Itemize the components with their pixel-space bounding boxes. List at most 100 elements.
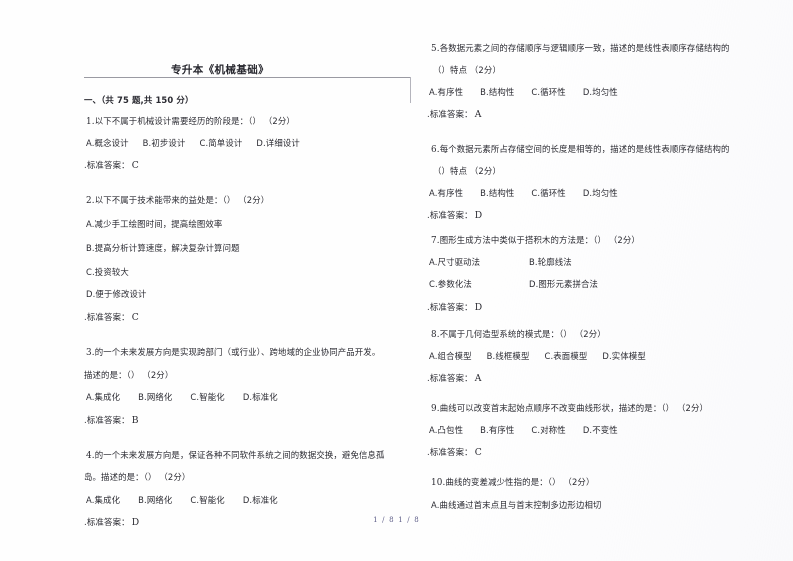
- title-rule-horizontal: [84, 77, 411, 78]
- question-number-q2: 2.: [86, 196, 95, 206]
- question-text-q3: 的一个未来发展方向是实现跨部门（或行业）、跨地域的企业协同产品开发。: [94, 347, 381, 357]
- answer-line-q1: .标准答案： C: [84, 161, 139, 170]
- option-a-q1: A.概念设计: [86, 138, 129, 148]
- question-stem-q3: 3.的一个未来发展方向是实现跨部门（或行业）、跨地域的企业协同产品开发。: [86, 348, 380, 358]
- question-stem-q8: 8.不属于几何造型系统的模式是：（） （2分）: [431, 330, 606, 340]
- question-stem-cont-q4: 岛。描述的是：（） （2分）: [84, 472, 191, 482]
- question-stem-q5: 5.各数据元素之间的存储顺序与逻辑顺序一致，描述的是线性表顺序存储结构的: [431, 44, 730, 54]
- answer-value-q2: C: [131, 312, 139, 323]
- question-text-q6: 每个数据元素所占存储空间的长度是相等的，描述的是线性表顺序存储结构的: [439, 144, 730, 154]
- option-d-q1: D.详细设计: [256, 138, 300, 148]
- option-c-q6: C.循环性: [531, 188, 566, 198]
- question-text-q2: 以下不属于技术能带来的益处是：（） （2分）: [94, 195, 270, 205]
- question-number-q1: 1.: [86, 117, 95, 127]
- option-row-q1: A.概念设计 B.初步设计 C.简单设计 D.详细设计: [86, 138, 300, 148]
- option-a-q4: A.集成化: [86, 495, 121, 505]
- option-c-q5: C.循环性: [531, 87, 566, 97]
- answer-line-q8: .标准答案： A: [427, 374, 482, 383]
- question-number-q6: 6.: [431, 145, 440, 155]
- option-c-q4: C.智能化: [190, 495, 225, 505]
- question-stem-cont-q6: （）特点 （2分）: [433, 166, 501, 176]
- answer-value-q9: C: [474, 447, 482, 458]
- title-rule-vertical: [410, 77, 411, 103]
- answer-line-q2: .标准答案： C: [84, 313, 139, 322]
- answer-label-q7: .标准答案：: [427, 302, 473, 312]
- question-stem-q7: 7.图形生成方法中类似于搭积木的方法是：（） （2分）: [431, 236, 640, 246]
- option-b-q7: B.轮廓线法: [529, 257, 572, 267]
- option-a-q3: A.集成化: [86, 392, 121, 402]
- answer-value-q1: C: [131, 160, 139, 171]
- option-b-q2: B.提高分析计算速度，解决复杂计算问题: [86, 243, 240, 253]
- option-b-q4: B.网络化: [138, 495, 173, 505]
- option-b-q9: B.有序性: [480, 425, 515, 435]
- option-a-q10: A.曲线通过首末点且与首末控制多边形边相切: [431, 500, 602, 510]
- option-row-q8: A.组合模型 B.线框模型 C.表面模型 D.实体模型: [429, 351, 646, 361]
- question-stem-cont-q3: 描述的是：（） （2分）: [84, 370, 174, 380]
- answer-value-q7: D: [474, 302, 483, 313]
- option-d-q5: D.均匀性: [582, 87, 618, 97]
- question-number-q7: 7.: [431, 236, 440, 246]
- answer-label-q9: .标准答案：: [427, 447, 473, 457]
- question-number-q8: 8.: [431, 330, 440, 340]
- question-text-q10: 曲线的变差减少性指的是：（） （2分）: [445, 477, 595, 487]
- option-c-q3: C.智能化: [190, 392, 225, 402]
- option-d-q2: D.便于修改设计: [86, 289, 147, 299]
- option-b-q5: B.结构性: [480, 87, 515, 97]
- answer-label-q1: .标准答案：: [84, 160, 130, 170]
- option-a-q7: A.尺寸驱动法: [429, 257, 481, 267]
- question-text-q4: 的一个未来发展方向是，保证各种不同软件系统之间的数据交换，避免信息孤: [94, 450, 385, 460]
- question-stem-q10: 10.曲线的变差减少性指的是：（） （2分）: [431, 478, 594, 488]
- option-a-q8: A.组合模型: [429, 351, 472, 361]
- page-title: 专升本《机械基础》: [170, 64, 270, 76]
- option-b-q6: B.结构性: [480, 188, 515, 198]
- question-text-q1: 以下不属于机械设计需要经历的阶段是：（） （2分）: [94, 116, 295, 126]
- question-stem-q1: 1.以下不属于机械设计需要经历的阶段是：（） （2分）: [86, 117, 295, 127]
- option-row-q4: A.集成化 B.网络化 C.智能化 D.标准化: [86, 495, 278, 505]
- answer-line-q7: .标准答案： D: [427, 303, 482, 312]
- answer-value-q3: B: [131, 415, 139, 426]
- option-a-q9: A.凸包性: [429, 425, 464, 435]
- question-number-q3: 3.: [86, 348, 95, 358]
- option-b-q1: B.初步设计: [142, 138, 186, 148]
- answer-label-q2: .标准答案：: [84, 312, 130, 322]
- option-row-q5: A.有序性 B.结构性 C.循环性 D.均匀性: [429, 87, 618, 97]
- question-number-q10: 10.: [431, 478, 446, 488]
- question-stem-q9: 9.曲线可以改变首末起始点顺序不改变曲线形状，描述的是：（） （2分）: [431, 404, 708, 414]
- option-d-q3: D.标准化: [242, 392, 278, 402]
- option-c-q7: C.参数化法: [429, 279, 472, 289]
- option-a-q2: A.减少手工绘图时间，提高绘图效率: [86, 219, 223, 229]
- option-c-q1: C.简单设计: [199, 138, 243, 148]
- option-d-q7: D.图形元素拼合法: [529, 279, 599, 289]
- question-number-q4: 4.: [86, 451, 95, 461]
- answer-value-q6: D: [474, 210, 483, 221]
- question-stem-cont-q5: （）特点 （2分）: [433, 65, 501, 75]
- option-row-q7-first: A.尺寸驱动法 B.轮廓线法: [429, 257, 572, 267]
- option-row-q3: A.集成化 B.网络化 C.智能化 D.标准化: [86, 392, 278, 402]
- option-b-q3: B.网络化: [138, 392, 173, 402]
- answer-label-q8: .标准答案：: [427, 373, 473, 383]
- page-footer: 1 / 8 1 / 8: [373, 516, 420, 524]
- answer-value-q8: A: [474, 373, 482, 384]
- option-d-q8: D.实体模型: [602, 351, 646, 361]
- question-stem-q2: 2.以下不属于技术能带来的益处是：（） （2分）: [86, 196, 269, 206]
- answer-label-q6: .标准答案：: [427, 210, 473, 220]
- answer-label-q5: .标准答案：: [427, 109, 473, 119]
- answer-line-q5: .标准答案： A: [427, 110, 482, 119]
- option-d-q4: D.标准化: [242, 495, 278, 505]
- question-stem-q6: 6.每个数据元素所占存储空间的长度是相等的，描述的是线性表顺序存储结构的: [431, 145, 730, 155]
- option-d-q9: D.不变性: [582, 425, 618, 435]
- option-c-q9: C.对称性: [531, 425, 566, 435]
- option-row-q7-second: C.参数化法 D.图形元素拼合法: [429, 279, 599, 289]
- section-heading: 一、（共 75 题,共 150 分）: [84, 95, 194, 105]
- option-a-q5: A.有序性: [429, 87, 464, 97]
- question-text-q8: 不属于几何造型系统的模式是：（） （2分）: [439, 329, 606, 339]
- answer-line-q3: .标准答案： B: [84, 416, 139, 425]
- question-number-q9: 9.: [431, 404, 440, 414]
- scanned-page: 专升本《机械基础》 一、（共 75 题,共 150 分） 1.以下不属于机械设计…: [0, 0, 793, 561]
- option-b-q8: B.线框模型: [486, 351, 530, 361]
- answer-value-q5: A: [474, 109, 482, 120]
- option-row-q9: A.凸包性 B.有序性 C.对称性 D.不变性: [429, 425, 618, 435]
- option-row-q6: A.有序性 B.结构性 C.循环性 D.均匀性: [429, 188, 618, 198]
- answer-label-q3: .标准答案：: [84, 415, 130, 425]
- answer-line-q9: .标准答案： C: [427, 448, 482, 457]
